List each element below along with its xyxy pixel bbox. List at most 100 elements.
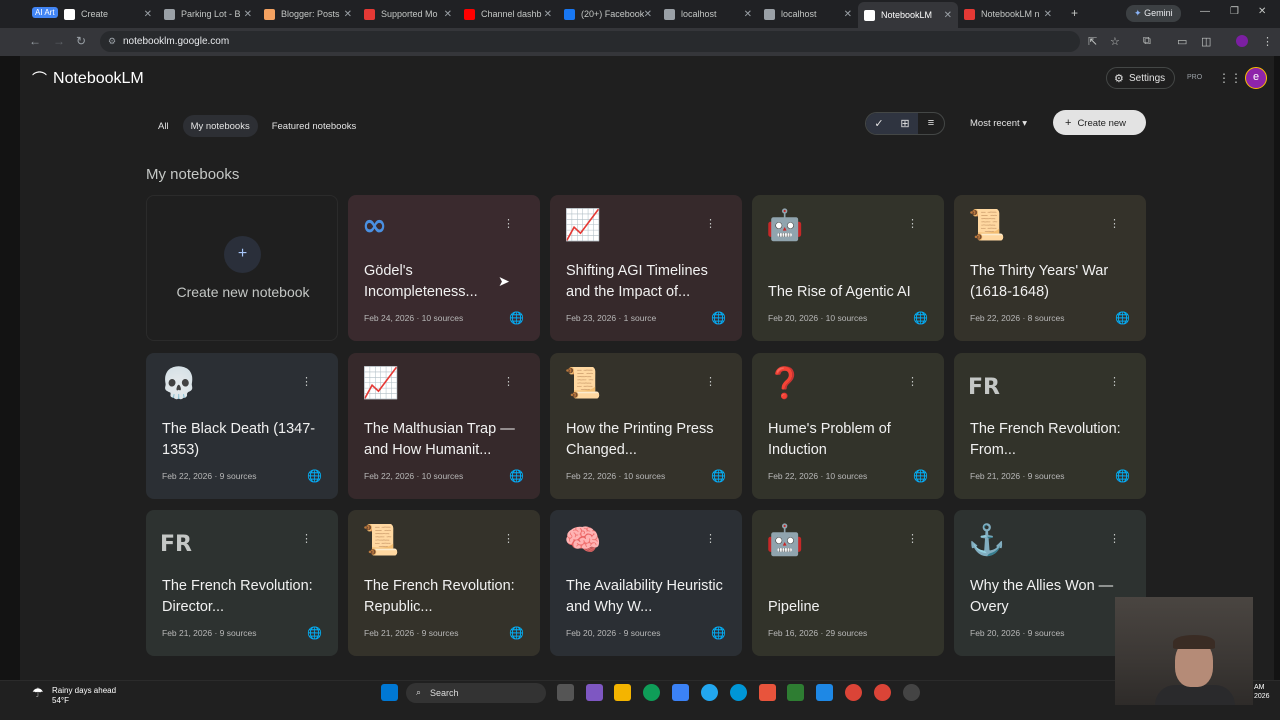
more-options-icon[interactable]: ⋮ xyxy=(1109,217,1120,230)
app-icon[interactable] xyxy=(759,684,776,701)
sort-dropdown[interactable]: Most recent ▾ xyxy=(962,113,1035,134)
new-tab-icon[interactable]: + xyxy=(1071,6,1078,20)
more-options-icon[interactable]: ⋮ xyxy=(301,532,312,545)
notebook-title: How the Printing Press Changed... xyxy=(566,420,714,458)
weather-app-icon[interactable] xyxy=(701,684,718,701)
task-view-icon[interactable] xyxy=(557,684,574,701)
browser-tab[interactable]: Channel dashb ✕ xyxy=(458,3,558,25)
notebook-card[interactable]: 🧠 ⋮ The Availability Heuristic and Why W..… xyxy=(550,510,742,656)
tab-close-icon[interactable]: ✕ xyxy=(444,9,452,20)
gemini-button[interactable]: ✦ Gemini xyxy=(1126,5,1181,22)
more-options-icon[interactable]: ⋮ xyxy=(503,532,514,545)
notebook-meta: Feb 21, 2026 · 9 sources xyxy=(364,628,459,638)
browser-tab[interactable]: localhost ✕ xyxy=(758,3,858,25)
notebook-card[interactable]: 📈 ⋮ The Malthusian Trap — and How Humanit.… xyxy=(348,352,540,499)
more-options-icon[interactable]: ⋮ xyxy=(907,217,918,230)
browser-tab[interactable]: Create ✕ xyxy=(58,3,158,25)
tab-close-icon[interactable]: ✕ xyxy=(1044,9,1052,20)
notebook-card[interactable]: 📜 ⋮ The Thirty Years' War (1618-1648) Feb 2… xyxy=(954,195,1146,341)
reading-mode-icon[interactable]: ▭ xyxy=(1177,35,1187,48)
browser-tab[interactable]: (20+) Facebook ✕ xyxy=(558,3,658,25)
chrome-icon[interactable] xyxy=(874,684,891,701)
edge-icon[interactable] xyxy=(643,684,660,701)
file-explorer-icon[interactable] xyxy=(614,684,631,701)
app-icon[interactable] xyxy=(787,684,804,701)
browser-tab[interactable]: Parking Lot - B ✕ xyxy=(158,3,258,25)
tab-close-icon[interactable]: ✕ xyxy=(344,9,352,20)
close-window-icon[interactable]: ✕ xyxy=(1258,6,1266,17)
app-icon[interactable] xyxy=(903,684,920,701)
browser-menu-icon[interactable]: ⋮ xyxy=(1262,35,1273,48)
notebook-card[interactable]: 📜 ⋮ The French Revolution: Republic... Feb … xyxy=(348,510,540,656)
webcam-person-body xyxy=(1155,685,1235,705)
public-globe-icon: 🌐 xyxy=(711,468,726,483)
list-view-icon[interactable]: ≡ xyxy=(918,113,944,134)
notebook-card[interactable]: 📜 ⋮ How the Printing Press Changed... Feb 2… xyxy=(550,352,742,499)
more-options-icon[interactable]: ⋮ xyxy=(1109,532,1120,545)
more-options-icon[interactable]: ⋮ xyxy=(705,217,716,230)
bookmark-star-icon[interactable]: ☆ xyxy=(1110,35,1120,48)
site-info-icon[interactable]: ⚙ xyxy=(108,36,116,47)
back-icon[interactable]: ← xyxy=(29,34,41,48)
app-logo[interactable]: ⌒ NotebookLM xyxy=(32,68,144,89)
browser-profile-avatar[interactable] xyxy=(1236,35,1248,47)
tab-close-icon[interactable]: ✕ xyxy=(844,9,852,20)
more-options-icon[interactable]: ⋮ xyxy=(907,532,918,545)
notebook-card[interactable]: 🤖 ⋮ The Rise of Agentic AI Feb 20, 2026 · 1… xyxy=(752,195,944,341)
weather-widget[interactable]: ☂ Rainy days ahead 54°F xyxy=(32,686,116,706)
public-globe-icon: 🌐 xyxy=(509,626,524,640)
notebook-card[interactable]: ❓ ⋮ Hume's Problem of Induction Feb 22, 202… xyxy=(752,352,944,499)
notebook-card[interactable]: FR ⋮ The French Revolution: Director... Feb… xyxy=(146,510,338,656)
settings-button[interactable]: ⚙ Settings xyxy=(1106,67,1176,89)
grid-view-icon[interactable]: ⊞ xyxy=(892,113,918,134)
tab-close-icon[interactable]: ✕ xyxy=(544,9,552,20)
notebook-card[interactable]: FR ⋮ The French Revolution: From... Feb 21,… xyxy=(954,352,1146,499)
tab-close-icon[interactable]: ✕ xyxy=(244,9,252,20)
more-options-icon[interactable]: ⋮ xyxy=(705,375,716,388)
taskbar-search[interactable]: ⌕ Search xyxy=(406,683,546,703)
tab-group-label[interactable]: AI Art xyxy=(32,7,58,18)
check-icon[interactable]: ✓ xyxy=(866,113,892,134)
create-new-button[interactable]: + Create new xyxy=(1053,110,1146,135)
tab-close-icon[interactable]: ✕ xyxy=(644,9,652,20)
notebook-card[interactable]: ∞ ⋮ Gödel's Incompleteness... Feb 24, 2026 … xyxy=(348,195,540,341)
minimize-icon[interactable]: — xyxy=(1200,6,1210,17)
copilot-icon[interactable] xyxy=(586,684,603,701)
more-options-icon[interactable]: ⋮ xyxy=(705,532,716,545)
more-options-icon[interactable]: ⋮ xyxy=(301,375,312,388)
tab-close-icon[interactable]: ✕ xyxy=(744,9,752,20)
store-icon[interactable] xyxy=(672,684,689,701)
address-bar[interactable]: ⚙ notebooklm.google.com xyxy=(100,31,1080,52)
tab-close-icon[interactable]: ✕ xyxy=(944,10,952,21)
tab-all[interactable]: All xyxy=(150,115,177,137)
browser-tab[interactable]: Blogger: Posts ✕ xyxy=(258,3,358,25)
more-options-icon[interactable]: ⋮ xyxy=(503,217,514,230)
hp-icon[interactable] xyxy=(730,684,747,701)
notebooklm-logo-icon: ⌒ xyxy=(32,71,48,88)
notebook-card[interactable]: 📈 ⋮ Shifting AGI Timelines and the Impact … xyxy=(550,195,742,341)
notebook-card[interactable]: 🤖 ⋮ Pipeline Feb 16, 2026 · 29 sources xyxy=(752,510,944,656)
side-panel-icon[interactable]: ◫ xyxy=(1201,35,1211,48)
account-avatar[interactable]: e xyxy=(1245,67,1267,89)
browser-tab[interactable]: NotebookLM ✕ xyxy=(858,2,958,28)
notebook-card[interactable]: 💀 ⋮ The Black Death (1347-1353) Feb 22, 202… xyxy=(146,352,338,499)
chrome-icon[interactable] xyxy=(845,684,862,701)
more-options-icon[interactable]: ⋮ xyxy=(907,375,918,388)
taskbar-clock[interactable]: AM 2026 xyxy=(1254,683,1270,701)
browser-tab[interactable]: Supported Mo ✕ xyxy=(358,3,458,25)
tab-close-icon[interactable]: ✕ xyxy=(144,9,152,20)
more-options-icon[interactable]: ⋮ xyxy=(1109,375,1120,388)
windows-start-icon[interactable] xyxy=(381,684,398,701)
browser-tab[interactable]: NotebookLM n ✕ xyxy=(958,3,1058,25)
more-options-icon[interactable]: ⋮ xyxy=(503,375,514,388)
forward-icon[interactable]: → xyxy=(53,34,65,48)
tab-featured-notebooks[interactable]: Featured notebooks xyxy=(264,115,365,137)
install-app-icon[interactable]: ⇱ xyxy=(1088,35,1097,48)
browser-tab[interactable]: localhost ✕ xyxy=(658,3,758,25)
create-notebook-card[interactable]: + Create new notebook xyxy=(146,195,338,341)
notes-icon[interactable] xyxy=(816,684,833,701)
reload-icon[interactable]: ↻ xyxy=(76,34,86,48)
tab-my-notebooks[interactable]: My notebooks xyxy=(182,115,258,137)
restore-icon[interactable]: ❐ xyxy=(1230,6,1239,17)
extensions-icon[interactable]: ⧉ xyxy=(1143,35,1151,48)
